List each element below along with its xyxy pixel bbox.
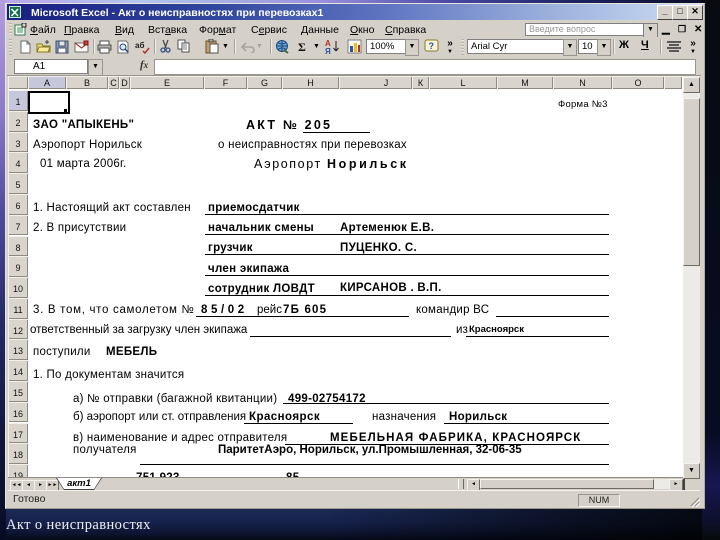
svg-text:?: ? xyxy=(429,41,435,51)
svg-text:аб: аб xyxy=(135,41,144,50)
svg-text:Σ: Σ xyxy=(298,40,306,53)
svg-text:Я: Я xyxy=(325,47,331,54)
